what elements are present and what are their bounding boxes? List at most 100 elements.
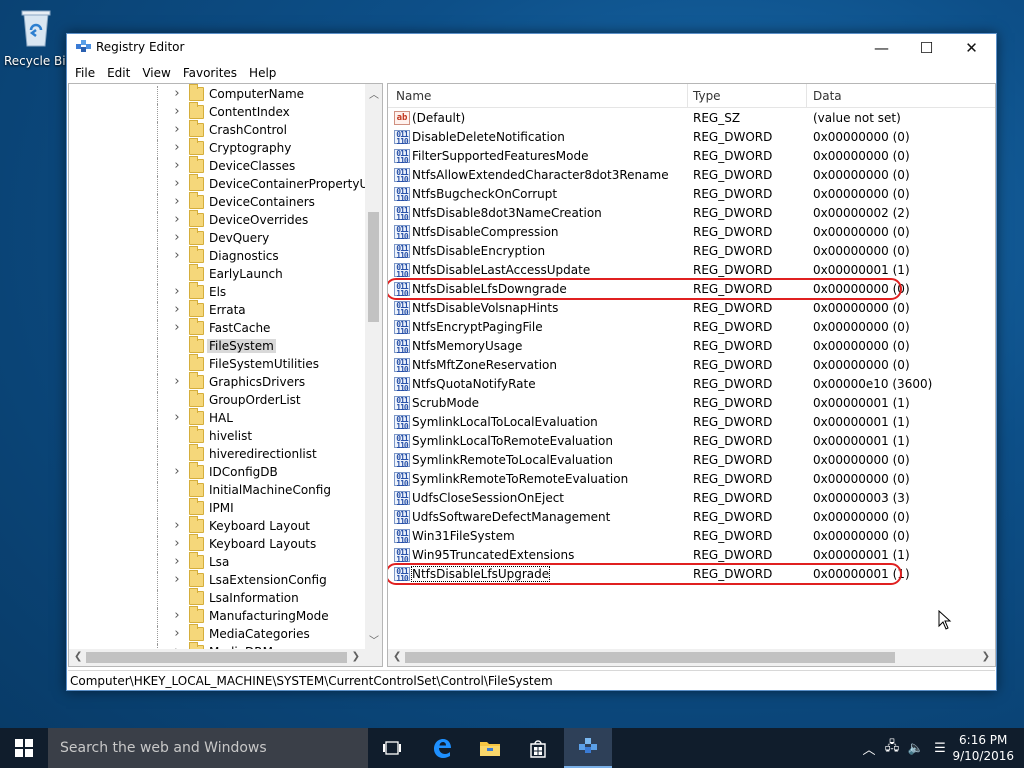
tree-item[interactable]: › MediaCategories <box>69 624 365 644</box>
expand-chevron-icon[interactable]: › <box>172 212 182 227</box>
tree-item[interactable]: EarlyLaunch <box>69 264 365 284</box>
menu-edit[interactable]: Edit <box>101 66 136 80</box>
tree-item[interactable]: › Keyboard Layout <box>69 516 365 536</box>
tree-item[interactable]: › DeviceOverrides <box>69 210 365 230</box>
tree-hscroll-thumb[interactable] <box>86 652 347 663</box>
tree-item[interactable]: › LsaExtensionConfig <box>69 570 365 590</box>
value-row[interactable]: 011 110 NtfsDisableLfsUpgrade REG_DWORD 0x00… <box>388 563 995 585</box>
maximize-button[interactable]: ☐ <box>904 34 949 62</box>
tree-item[interactable]: LsaInformation <box>69 588 365 608</box>
expand-chevron-icon[interactable]: › <box>172 284 182 299</box>
tree-item[interactable]: FileSystem <box>69 336 365 356</box>
value-row[interactable]: 011 110 NtfsDisableVolsnapHints REG_DWORD 0x… <box>388 299 995 318</box>
tree-item[interactable]: hivelist <box>69 426 365 446</box>
value-row[interactable]: 011 110 NtfsDisableEncryption REG_DWORD 0x00… <box>388 242 995 261</box>
value-row[interactable]: 011 110 NtfsMftZoneReservation REG_DWORD 0x0… <box>388 356 995 375</box>
value-row[interactable]: 011 110 NtfsBugcheckOnCorrupt REG_DWORD 0x00… <box>388 185 995 204</box>
expand-chevron-icon[interactable]: › <box>172 140 182 155</box>
value-row[interactable]: 011 110 ScrubMode REG_DWORD 0x00000001 (1) <box>388 394 995 413</box>
show-hidden-icons-chevron-icon[interactable]: ︿ <box>858 739 880 758</box>
tree-horizontal-scrollbar[interactable]: ❮ ❯ <box>69 649 382 666</box>
task-view-button[interactable] <box>368 728 416 768</box>
expand-chevron-icon[interactable]: › <box>172 302 182 317</box>
expand-chevron-icon[interactable]: › <box>172 248 182 263</box>
value-row[interactable]: 011 110 NtfsDisableLastAccessUpdate REG_DWO… <box>388 261 995 280</box>
key-tree-pane[interactable]: › ComputerName › ContentIndex › CrashControl ›… <box>68 83 383 667</box>
volume-icon[interactable]: 🔈 <box>904 741 928 756</box>
tree-item[interactable]: › HAL <box>69 408 365 428</box>
expand-chevron-icon[interactable]: › <box>172 176 182 191</box>
tree-item[interactable]: › DeviceClasses <box>69 156 365 176</box>
tree-item[interactable]: › DeviceContainers <box>69 192 365 212</box>
scroll-up-icon[interactable]: ︿ <box>369 86 379 101</box>
value-row[interactable]: 011 110 SymlinkRemoteToRemoteEvaluation REG… <box>388 470 995 489</box>
tree-item[interactable]: › GraphicsDrivers <box>69 372 365 392</box>
scroll-right-icon[interactable]: ❯ <box>982 651 990 662</box>
network-icon[interactable]: 🖧 <box>880 737 904 759</box>
expand-chevron-icon[interactable]: › <box>172 122 182 137</box>
value-row[interactable]: ab (Default) REG_SZ (value not set) <box>388 109 995 128</box>
list-horizontal-scrollbar[interactable]: ❮ ❯ <box>388 649 995 666</box>
values-list-pane[interactable]: Name Type Data ab (Default) REG_SZ (value n… <box>387 83 996 667</box>
scroll-left-icon[interactable]: ❮ <box>74 651 82 662</box>
column-name-header[interactable]: Name <box>396 89 431 103</box>
expand-chevron-icon[interactable]: › <box>172 320 182 335</box>
tree-vertical-scrollbar[interactable]: ︿ ﹀ <box>365 84 382 649</box>
tree-item[interactable]: › CrashControl <box>69 120 365 140</box>
tree-item[interactable]: › IDConfigDB <box>69 462 365 482</box>
store-button[interactable] <box>514 728 562 768</box>
tree-item[interactable]: › DeviceContainerPropertyUpda <box>69 174 365 194</box>
start-button[interactable] <box>0 728 48 768</box>
expand-chevron-icon[interactable]: › <box>172 626 182 641</box>
value-row[interactable]: 011 110 NtfsDisableLfsDowngrade REG_DWORD 0x… <box>388 278 995 300</box>
tree-item[interactable]: › Els <box>69 282 365 302</box>
expand-chevron-icon[interactable]: › <box>172 230 182 245</box>
value-row[interactable]: 011 110 NtfsDisableCompression REG_DWORD 0x0… <box>388 223 995 242</box>
menu-file[interactable]: File <box>69 66 101 80</box>
tree-item[interactable]: › Errata <box>69 300 365 320</box>
value-row[interactable]: 011 110 UdfsCloseSessionOnEject REG_DWORD 0x… <box>388 489 995 508</box>
value-row[interactable]: 011 110 SymlinkLocalToLocalEvaluation REG_D… <box>388 413 995 432</box>
value-row[interactable]: 011 110 NtfsAllowExtendedCharacter8dot3Ren… <box>388 166 995 185</box>
column-type-header[interactable]: Type <box>693 89 721 103</box>
tree-item[interactable]: › DevQuery <box>69 228 365 248</box>
tree-item[interactable]: GroupOrderList <box>69 390 365 410</box>
tree-item[interactable]: IPMI <box>69 498 365 518</box>
expand-chevron-icon[interactable]: › <box>172 410 182 425</box>
recycle-bin-desktop-icon[interactable]: Recycle Bin <box>4 6 73 68</box>
tree-item[interactable]: › ComputerName <box>69 84 365 104</box>
value-row[interactable]: 011 110 DisableDeleteNotification REG_DWORD… <box>388 128 995 147</box>
scroll-down-icon[interactable]: ﹀ <box>369 632 379 647</box>
clock[interactable]: 6:16 PM 9/10/2016 <box>952 732 1014 764</box>
tree-item[interactable]: hiveredirectionlist <box>69 444 365 464</box>
expand-chevron-icon[interactable]: › <box>172 464 182 479</box>
scroll-right-icon[interactable]: ❯ <box>352 651 360 662</box>
value-row[interactable]: 011 110 NtfsEncryptPagingFile REG_DWORD 0x00… <box>388 318 995 337</box>
expand-chevron-icon[interactable]: › <box>172 194 182 209</box>
expand-chevron-icon[interactable]: › <box>172 554 182 569</box>
expand-chevron-icon[interactable]: › <box>172 158 182 173</box>
value-row[interactable]: 011 110 SymlinkRemoteToLocalEvaluation REG_… <box>388 451 995 470</box>
expand-chevron-icon[interactable]: › <box>172 536 182 551</box>
value-row[interactable]: 011 110 Win31FileSystem REG_DWORD 0x00000000… <box>388 527 995 546</box>
expand-chevron-icon[interactable]: › <box>172 104 182 119</box>
menu-favorites[interactable]: Favorites <box>177 66 243 80</box>
value-row[interactable]: 011 110 UdfsSoftwareDefectManagement REG_DW… <box>388 508 995 527</box>
value-row[interactable]: 011 110 NtfsMemoryUsage REG_DWORD 0x00000000… <box>388 337 995 356</box>
value-row[interactable]: 011 110 FilterSupportedFeaturesMode REG_DWO… <box>388 147 995 166</box>
expand-chevron-icon[interactable]: › <box>172 518 182 533</box>
tree-item[interactable]: › Diagnostics <box>69 246 365 266</box>
title-bar[interactable]: Registry Editor — ☐ ✕ <box>67 34 996 62</box>
registry-editor-taskbar-button[interactable] <box>564 728 612 768</box>
tree-item[interactable]: › ContentIndex <box>69 102 365 122</box>
edge-browser-button[interactable] <box>418 728 466 768</box>
value-row[interactable]: 011 110 Win95TruncatedExtensions REG_DWORD 0… <box>388 546 995 565</box>
minimize-button[interactable]: — <box>859 34 904 62</box>
expand-chevron-icon[interactable]: › <box>172 374 182 389</box>
tree-item[interactable]: FileSystemUtilities <box>69 354 365 374</box>
list-hscroll-thumb[interactable] <box>405 652 895 663</box>
value-row[interactable]: 011 110 NtfsQuotaNotifyRate REG_DWORD 0x0000… <box>388 375 995 394</box>
file-explorer-button[interactable] <box>466 728 514 768</box>
tree-scroll-thumb[interactable] <box>368 212 379 322</box>
value-row[interactable]: 011 110 SymlinkLocalToRemoteEvaluation REG_… <box>388 432 995 451</box>
